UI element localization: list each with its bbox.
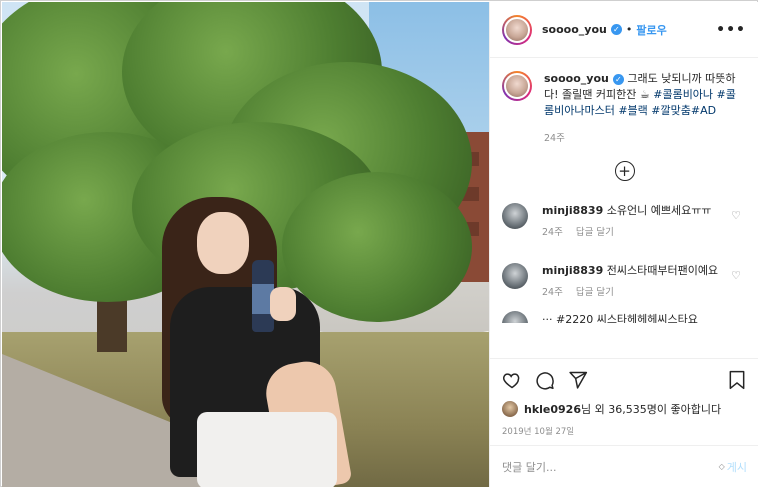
comment-bubble-icon[interactable]	[535, 370, 555, 390]
save-bookmark-icon[interactable]	[727, 370, 747, 390]
verified-badge-icon: ✓	[612, 74, 624, 85]
partial-comment-item: ··· #2220 씨스타헤헤헤씨스타요	[502, 311, 747, 323]
caption-time: 24주	[544, 133, 565, 144]
liker-username[interactable]: hkle0926	[524, 403, 581, 416]
photo-person-hand	[270, 287, 296, 321]
post-photo[interactable]	[2, 2, 489, 487]
comment-body: minji8839 소유언니 예쁘세요ㅠㅠ 24주 답글 달기	[542, 203, 722, 241]
comment-item: minji8839 소유언니 예쁘세요ㅠㅠ 24주 답글 달기 ♡	[502, 203, 747, 241]
caption-username[interactable]: soooo_you	[544, 72, 609, 85]
like-heart-icon[interactable]	[502, 370, 522, 390]
reply-button[interactable]: 답글 달기	[576, 287, 614, 298]
follow-button[interactable]: 팔로우	[636, 22, 666, 38]
likes-text: 님 외 36,535명이 좋아합니다	[581, 403, 722, 416]
comment-time: 24주	[542, 227, 563, 238]
comments-section[interactable]: soooo_you ✓ 그래도 낮되니까 따뜻하다! 졸릴땐 커피한잔 ☕ #콜롬…	[490, 59, 758, 357]
comment-text: 소유언니 예쁘세요ㅠㅠ	[606, 204, 712, 217]
comment-body: minji8839 전씨스타때부터팬이예요 24주 답글 달기	[542, 263, 722, 301]
comment-meta: 24주 답글 달기	[542, 285, 722, 301]
expand-icon: ◇	[718, 462, 725, 471]
caption: soooo_you ✓ 그래도 낮되니까 따뜻하다! 졸릴땐 커피한잔 ☕ #콜롬…	[502, 71, 747, 147]
comment-username[interactable]: minji8839	[542, 264, 603, 277]
verified-badge-icon: ✓	[610, 24, 622, 35]
caption-avatar[interactable]	[502, 71, 532, 101]
load-more-comments-icon[interactable]: +	[614, 161, 635, 181]
comment-meta: 24주 답글 달기	[542, 225, 722, 241]
comment-text: 전씨스타때부터팬이예요	[606, 264, 719, 277]
post-date: 2019년 10월 27일	[502, 427, 575, 437]
comment-avatar[interactable]	[502, 311, 528, 323]
partial-comment-text: ··· #2220 씨스타헤헤헤씨스타요	[542, 313, 698, 323]
likes-summary[interactable]: hkle0926 님 외 36,535명이 좋아합니다	[502, 401, 747, 417]
post-side-panel: soooo_you ✓ • 팔로우 ••• soooo_you ✓ 그래도 낮되니…	[489, 2, 758, 487]
header-separator: •	[625, 23, 633, 36]
caption-body: soooo_you ✓ 그래도 낮되니까 따뜻하다! 졸릴땐 커피한잔 ☕ #콜롬…	[544, 71, 744, 147]
post-comment-button[interactable]: ◇ 게시	[719, 459, 747, 475]
comment-time: 24주	[542, 287, 563, 298]
liker-avatar	[502, 401, 518, 417]
comment-like-heart-icon[interactable]: ♡	[731, 209, 741, 222]
comment-username[interactable]: minji8839	[542, 204, 603, 217]
comment-avatar[interactable]	[502, 203, 528, 229]
comment-like-heart-icon[interactable]: ♡	[731, 269, 741, 282]
instagram-post-window: soooo_you ✓ • 팔로우 ••• soooo_you ✓ 그래도 낮되니…	[0, 0, 758, 487]
photo-person-face	[197, 212, 249, 274]
more-options-icon[interactable]: •••	[716, 22, 746, 38]
reply-button[interactable]: 답글 달기	[576, 227, 614, 238]
post-header: soooo_you ✓ • 팔로우 •••	[490, 2, 758, 58]
photo-person-dress	[197, 412, 337, 487]
share-send-icon[interactable]	[568, 370, 588, 390]
author-avatar[interactable]	[502, 14, 532, 45]
comment-avatar[interactable]	[502, 263, 528, 289]
post-comment-label: 게시	[726, 460, 747, 474]
post-actions: hkle0926 님 외 36,535명이 좋아합니다 2019년 10월 27…	[490, 358, 758, 437]
author-username[interactable]: soooo_you	[542, 23, 607, 36]
add-comment-bar: 댓글 달기... ◇ 게시	[490, 445, 758, 487]
comment-input[interactable]: 댓글 달기...	[502, 459, 556, 475]
action-icons	[502, 359, 747, 401]
comment-item: minji8839 전씨스타때부터팬이예요 24주 답글 달기 ♡	[502, 263, 747, 301]
